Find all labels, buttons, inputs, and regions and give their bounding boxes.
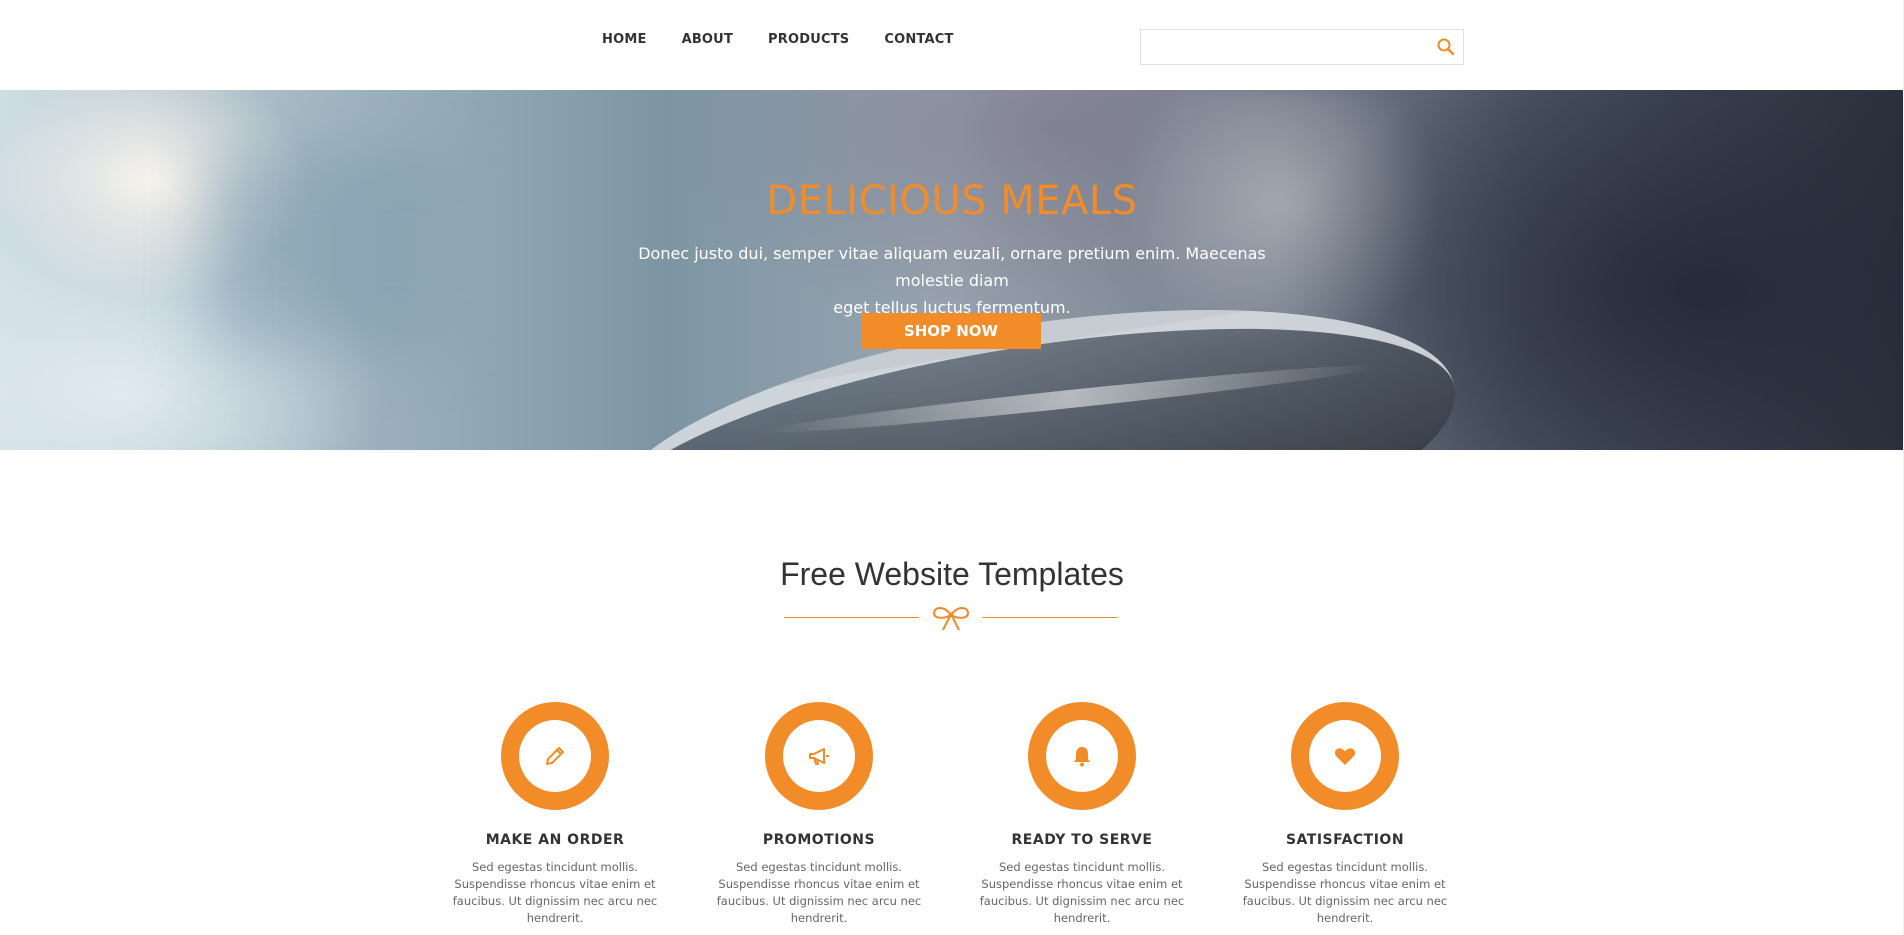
- feature-ring: [1028, 702, 1136, 810]
- divider-line-right: [982, 617, 1117, 618]
- nav-home[interactable]: HOME: [602, 32, 647, 47]
- feature-text: Sed egestas tincidunt mollis. Suspendiss…: [452, 860, 658, 925]
- hero-text-line1: Donec justo dui, semper vitae aliquam eu…: [638, 244, 1266, 290]
- hero-title: DELICIOUS MEALS: [766, 178, 1138, 224]
- feature-ring: [1291, 702, 1399, 810]
- feature-text: Sed egestas tincidunt mollis. Suspendiss…: [716, 860, 922, 925]
- nav-products[interactable]: PRODUCTS: [768, 32, 849, 47]
- heart-icon: [1334, 748, 1356, 765]
- bow-icon: [932, 607, 970, 631]
- hero-text: Donec justo dui, semper vitae aliquam eu…: [602, 240, 1302, 321]
- nav-contact[interactable]: CONTACT: [884, 32, 953, 47]
- feature-ring: [501, 702, 609, 810]
- megaphone-icon: [809, 748, 829, 765]
- pencil-icon: [546, 747, 564, 765]
- feature-text: Sed egestas tincidunt mollis. Suspendiss…: [1242, 860, 1448, 925]
- divider-line-left: [784, 617, 919, 618]
- page: HOME ABOUT PRODUCTS CONTACT DELICIOUS ME…: [0, 0, 1904, 935]
- feature-title: PROMOTIONS: [762, 832, 876, 848]
- shop-now-button[interactable]: SHOP NOW: [861, 313, 1041, 349]
- feature-title: READY TO SERVE: [1011, 832, 1153, 848]
- site-header: HOME ABOUT PRODUCTS CONTACT: [0, 0, 1904, 90]
- bell-icon: [1074, 747, 1090, 767]
- feature-title: MAKE AN ORDER: [485, 832, 625, 848]
- search-box: [1140, 29, 1464, 65]
- search-icon[interactable]: [1435, 36, 1457, 58]
- search-input[interactable]: [1141, 30, 1421, 64]
- section-title: Free Website Templates: [780, 556, 1124, 592]
- feature-title: SATISFACTION: [1285, 832, 1405, 848]
- feature-text: Sed egestas tincidunt mollis. Suspendiss…: [979, 860, 1185, 925]
- feature-ring: [765, 702, 873, 810]
- main-nav: HOME ABOUT PRODUCTS CONTACT: [602, 32, 989, 47]
- nav-about[interactable]: ABOUT: [682, 32, 733, 47]
